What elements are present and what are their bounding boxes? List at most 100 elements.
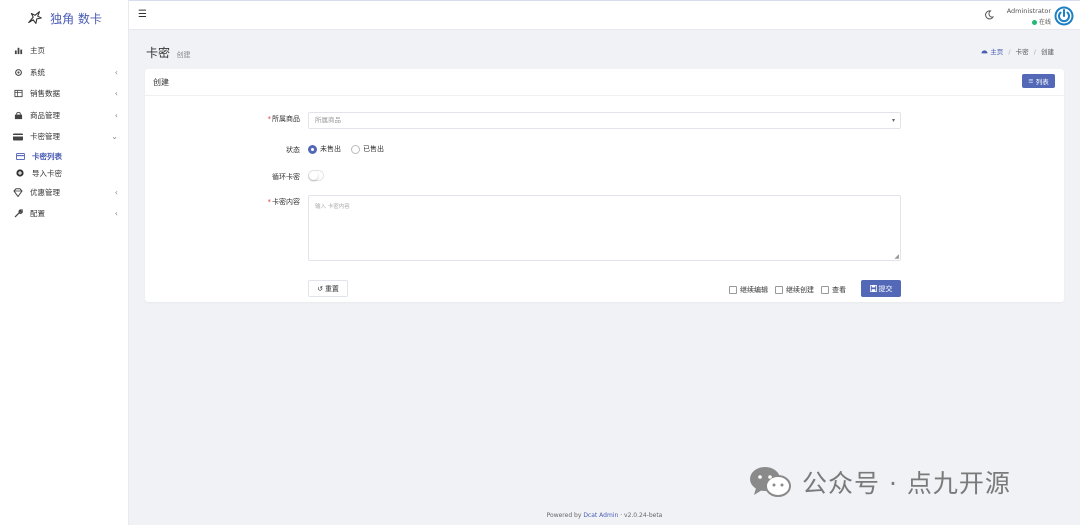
required-asterisk: *	[267, 198, 272, 206]
footer-link[interactable]: Dcat Admin	[583, 512, 618, 519]
user-info[interactable]: Administrator 在线	[1007, 7, 1051, 26]
sidebar-item-label: 优惠管理	[30, 187, 60, 197]
watermark-text: 公众号 · 点九开源	[802, 469, 1011, 498]
breadcrumb-item[interactable]: 卡密	[1016, 48, 1029, 56]
submit-button[interactable]: 提交	[861, 280, 901, 297]
credit-card-icon	[12, 131, 24, 143]
status-option-unsold[interactable]: 未售出	[308, 144, 341, 154]
checkbox-label: 继续创建	[786, 286, 814, 294]
dark-mode-toggle-icon[interactable]	[984, 10, 995, 22]
checkbox-icon	[729, 286, 737, 294]
dashboard-icon	[981, 50, 988, 54]
sidebar-item-label: 配置	[30, 209, 45, 219]
status-radio-group: 未售出 已售出	[308, 144, 388, 154]
checkbox-icon	[821, 286, 829, 294]
save-icon	[869, 285, 877, 292]
checkbox-label: 继续编辑	[740, 286, 768, 294]
loop-label: 循环卡密	[272, 173, 300, 181]
content-textarea[interactable]: 输入 卡密内容 ◢	[308, 195, 901, 261]
required-asterisk: *	[267, 115, 272, 123]
sidebar-item-label: 卡密管理	[30, 132, 60, 142]
sidebar-item-label: 商品管理	[30, 110, 60, 120]
user-status: 在线	[1007, 17, 1051, 26]
chevron-down-icon: ⌄	[111, 132, 118, 142]
sidebar-subitem-label: 导入卡密	[32, 168, 62, 178]
chevron-left-icon: ‹	[114, 89, 118, 99]
sidebar-item-discount[interactable]: 优惠管理 ‹	[0, 182, 128, 204]
product-select-placeholder: 所属商品	[315, 116, 341, 124]
product-label-text: 所属商品	[272, 115, 300, 123]
sidebar-item-home[interactable]: 主页	[0, 40, 128, 62]
product-label: *所属商品	[220, 114, 301, 124]
avatar[interactable]	[1054, 6, 1074, 26]
sidebar-nav: 主页 系统 ‹ 销售数据 ‹ 商品管理 ‹ 卡密管理 ⌄ 卡密列表 导入卡密 优…	[0, 40, 128, 225]
submit-button-label: 提交	[878, 284, 893, 293]
continue-create-checkbox[interactable]: 继续创建	[775, 285, 814, 295]
sidebar-subitem-card-list[interactable]: 卡密列表	[0, 148, 128, 165]
sidebar-item-system[interactable]: 系统 ‹	[0, 62, 128, 84]
breadcrumb-home-label: 主页	[990, 48, 1004, 56]
reset-button[interactable]: ↺ 重置	[308, 280, 348, 297]
table-icon	[12, 88, 24, 100]
loop-toggle[interactable]	[308, 170, 324, 181]
breadcrumb-separator: /	[1033, 48, 1036, 56]
chevron-left-icon: ‹	[114, 209, 118, 219]
sidebar-item-label: 主页	[30, 46, 45, 56]
footer-prefix: Powered by	[546, 512, 584, 519]
bar-chart-icon	[12, 45, 24, 57]
card-divider	[145, 95, 1064, 96]
status-label: 状态	[286, 146, 300, 154]
user-status-text: 在线	[1038, 19, 1051, 26]
sidebar-item-label: 系统	[30, 67, 45, 77]
unicorn-logo-icon	[28, 11, 42, 24]
after-submit-options: 继续编辑 继续创建 查看	[729, 285, 846, 295]
user-name: Administrator	[1006, 7, 1051, 15]
footer-version: v2.0.24-beta	[624, 512, 663, 519]
plus-circle-icon	[14, 169, 26, 177]
gear-icon	[12, 66, 24, 78]
shopping-bag-icon	[12, 109, 24, 121]
undo-icon: ↺	[317, 284, 323, 293]
sidebar-item-cards[interactable]: 卡密管理 ⌄	[0, 126, 128, 148]
brand[interactable]: 独角 数卡	[0, 0, 128, 36]
radio-checked-icon	[308, 144, 317, 154]
diamond-icon	[12, 186, 24, 198]
content-label-text: 卡密内容	[272, 198, 300, 206]
radio-unchecked-icon	[351, 144, 360, 154]
content-label: *卡密内容	[220, 197, 301, 207]
page-subtitle: 创建	[176, 51, 191, 59]
online-dot-icon	[1031, 20, 1037, 25]
resize-handle-icon[interactable]: ◢	[894, 253, 899, 260]
chevron-left-icon: ‹	[114, 67, 118, 77]
card-title: 创建	[153, 78, 169, 87]
toggle-knob	[309, 171, 318, 180]
product-select[interactable]: 所属商品 ▾	[308, 112, 901, 129]
breadcrumb-home[interactable]: 主页	[981, 48, 1005, 56]
card-icon	[14, 152, 26, 160]
reset-button-label: 重置	[324, 284, 339, 293]
list-button-label: 列表	[1035, 78, 1049, 86]
chevron-left-icon: ‹	[114, 110, 118, 120]
chevron-left-icon: ‹	[114, 187, 118, 197]
page-title: 卡密	[146, 46, 171, 60]
content-placeholder: 输入 卡密内容	[315, 204, 350, 210]
caret-down-icon: ▾	[891, 117, 895, 124]
footer: Powered by Dcat Admin · v2.0.24-beta	[129, 512, 1080, 519]
page-header: 卡密 创建 主页 / 卡密 / 创建	[146, 44, 1054, 62]
brand-name: 独角 数卡	[50, 11, 102, 26]
list-button[interactable]: ≡ 列表	[1022, 74, 1055, 88]
sidebar-item-sales[interactable]: 销售数据 ‹	[0, 83, 128, 105]
create-card: 创建 ≡ 列表 *所属商品 所属商品 ▾ 状态 未售出 已售出 循环卡密 *卡密…	[145, 69, 1064, 302]
wrench-icon	[12, 208, 24, 220]
sidebar-subitem-label: 卡密列表	[32, 151, 62, 161]
sidebar: 独角 数卡 主页 系统 ‹ 销售数据 ‹ 商品管理 ‹ 卡密管理 ⌄ 卡密列表 …	[0, 0, 129, 525]
continue-edit-checkbox[interactable]: 继续编辑	[729, 285, 768, 295]
menu-toggle-icon[interactable]: ☰	[138, 9, 147, 20]
sidebar-subitem-import[interactable]: 导入卡密	[0, 165, 128, 182]
view-checkbox[interactable]: 查看	[821, 285, 846, 295]
checkbox-icon	[775, 286, 783, 294]
sidebar-item-goods[interactable]: 商品管理 ‹	[0, 105, 128, 127]
sidebar-item-config[interactable]: 配置 ‹	[0, 203, 128, 225]
radio-label: 未售出	[320, 145, 341, 153]
status-option-sold[interactable]: 已售出	[351, 144, 384, 154]
